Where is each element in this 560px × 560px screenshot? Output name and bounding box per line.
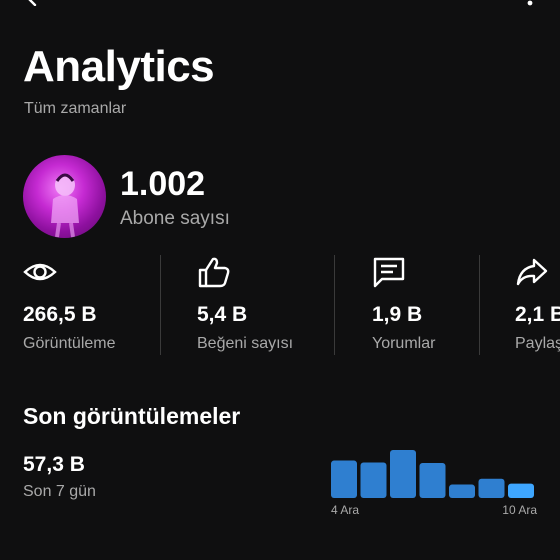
back-arrow-icon[interactable] (26, 0, 46, 6)
analytics-screen: Analytics Tüm zamanlar 1.002 Abone sayıs… (0, 0, 560, 560)
chart-bar-4-ara (331, 460, 357, 498)
chart-bar-6-ara (390, 450, 416, 498)
stat-value: 1,9 B (372, 303, 423, 326)
subscriber-count: 1.002 (120, 165, 206, 203)
chart-bar-9-ara (478, 478, 505, 498)
stat-label: Görüntüleme (23, 335, 116, 352)
share-icon (516, 258, 548, 286)
chart-tick-label: 4 Ara (331, 503, 359, 517)
recent-views-period: Son 7 gün (23, 483, 96, 500)
page-subtitle: Tüm zamanlar (24, 100, 127, 117)
comment-icon (373, 257, 405, 288)
chart-bar-5-ara (360, 462, 387, 498)
chart-bar-8-ara (449, 484, 475, 498)
divider (334, 255, 335, 355)
stat-value: 266,5 B (23, 303, 97, 326)
subscriber-label: Abone sayısı (120, 208, 230, 229)
more-options-icon[interactable] (526, 0, 534, 6)
recent-views-value: 57,3 B (23, 453, 85, 476)
chart-bar-7-ara (419, 462, 446, 498)
divider (160, 255, 161, 355)
channel-avatar[interactable] (23, 155, 106, 238)
stat-label: Beğeni sayısı (197, 335, 294, 352)
eye-icon (23, 263, 57, 281)
stat-value: 2,1 B (515, 303, 560, 326)
chart-bar-10-ara (508, 483, 534, 498)
stat-value: 5,4 B (197, 303, 248, 326)
recent-views-chart[interactable]: 4 Ara 10 Ara (329, 440, 539, 520)
stat-label: Yorumlar (372, 335, 436, 352)
stat-label: Paylaşımlar (515, 335, 560, 352)
chart-tick-label: 10 Ara (502, 503, 537, 517)
stat-shares[interactable]: 2,1 B Paylaşımlar (515, 255, 560, 355)
page-title: Analytics (23, 42, 215, 91)
thumbs-up-icon (198, 257, 230, 288)
divider (479, 255, 480, 355)
section-title: Son görüntülemeler (23, 403, 241, 429)
avatar-figure-icon (51, 173, 79, 238)
stats-row: 266,5 B Görüntüleme 5,4 B Beğeni sayısı … (0, 255, 560, 355)
